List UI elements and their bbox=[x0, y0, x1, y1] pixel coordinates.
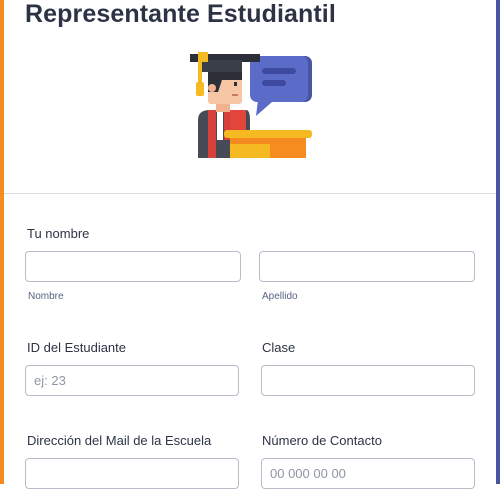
school-email-label: Dirección del Mail de la Escuela bbox=[27, 433, 212, 448]
name-label: Tu nombre bbox=[27, 226, 90, 241]
student-id-input[interactable] bbox=[25, 365, 239, 396]
first-name-input[interactable] bbox=[25, 251, 241, 282]
form-title: Representante Estudiantil bbox=[25, 0, 336, 28]
header-divider bbox=[4, 193, 496, 194]
school-email-input[interactable] bbox=[25, 458, 239, 489]
contact-number-input[interactable] bbox=[261, 458, 475, 489]
class-input[interactable] bbox=[261, 365, 475, 396]
student-id-label: ID del Estudiante bbox=[27, 340, 127, 355]
last-name-input[interactable] bbox=[259, 251, 475, 282]
left-accent-border bbox=[0, 0, 4, 484]
class-label: Clase bbox=[262, 340, 296, 355]
graduate-student-speech-bubble-icon bbox=[190, 52, 312, 158]
last-name-sublabel: Apellido bbox=[262, 291, 298, 302]
right-accent-border bbox=[496, 0, 500, 484]
first-name-sublabel: Nombre bbox=[28, 291, 64, 302]
contact-number-label: Número de Contacto bbox=[262, 433, 382, 448]
